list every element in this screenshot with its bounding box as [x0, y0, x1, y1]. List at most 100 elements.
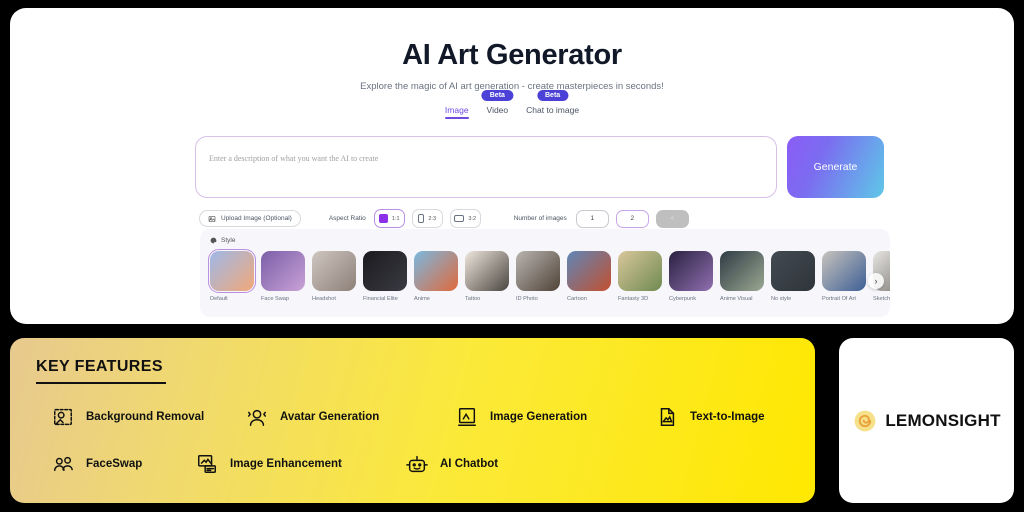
tab-label: Video	[486, 105, 509, 115]
style-option[interactable]: Cyberpunk	[669, 251, 713, 303]
aspect-ratio-label-text: 3:2	[468, 215, 477, 222]
beta-badge: Beta	[481, 90, 513, 101]
style-option[interactable]: Cartoon	[567, 251, 611, 303]
generate-button[interactable]: Generate	[787, 136, 884, 198]
number-of-images-option-1[interactable]: 1	[575, 209, 609, 228]
style-option[interactable]: No style	[771, 251, 815, 303]
feature-item: Text-to-Image	[656, 406, 765, 428]
aspect-ratio-label-text: 2:3	[428, 215, 437, 222]
style-thumbnail[interactable]	[567, 251, 611, 291]
style-option[interactable]: Default	[208, 249, 256, 303]
style-option[interactable]: ID Photo	[516, 251, 560, 303]
style-thumbnail[interactable]	[261, 251, 305, 291]
style-option-label: Sketch	[873, 296, 890, 302]
feature-label: FaceSwap	[86, 458, 143, 470]
feature-label: Image Generation	[490, 411, 588, 423]
style-option[interactable]: Anime	[414, 251, 458, 303]
screenshot-stage: AI Art Generator Explore the magic of AI…	[0, 0, 1024, 512]
tab-active-underline	[444, 117, 469, 119]
image-enhancement-icon	[198, 455, 216, 473]
number-of-images-group: 124	[575, 209, 689, 228]
brand-logo-panel: LEMONSIGHT	[839, 338, 1014, 503]
tab-label: Chat to image	[526, 105, 580, 115]
feature-label: Text-to-Image	[690, 411, 765, 423]
feature-item: Image Generation	[456, 406, 587, 428]
style-panel: Style Default Face Swap Headshot Financial …	[200, 229, 890, 317]
ai-art-generator-card: AI Art Generator Explore the magic of AI…	[10, 8, 1014, 324]
aspect-ratio-shape-icon	[454, 215, 465, 222]
key-features-title: KEY FEATURES	[36, 358, 163, 375]
tab-video[interactable]: Beta Video	[481, 90, 513, 119]
ai-chatbot-icon	[406, 455, 428, 473]
aspect-ratio-2-3[interactable]: 2:3	[411, 209, 443, 228]
generation-controls: Upload Image (Optional) Aspect Ratio 1:1…	[199, 209, 1014, 228]
aspect-ratio-1-1[interactable]: 1:1	[373, 209, 405, 228]
key-features-panel: KEY FEATURES Background Removal Avatar Ge…	[10, 338, 815, 503]
style-option[interactable]: Tattoo	[465, 251, 509, 303]
style-thumbnail[interactable]	[363, 251, 407, 291]
upload-image-button[interactable]: Upload Image (Optional)	[199, 210, 301, 227]
feature-item: Image Enhancement	[196, 453, 342, 475]
aspect-ratio-group: 1:1 2:3 3:2	[373, 209, 481, 228]
tab-chat-to-image[interactable]: Beta Chat to image	[526, 90, 580, 119]
style-option[interactable]: Financial Elite	[363, 251, 407, 303]
style-thumbnail[interactable]	[208, 249, 256, 293]
prompt-box[interactable]	[195, 136, 777, 198]
tab-label: Image	[444, 105, 469, 115]
upload-image-label: Upload Image (Optional)	[221, 215, 292, 222]
prompt-input[interactable]	[209, 154, 763, 163]
feature-label: Background Removal	[86, 411, 205, 423]
feature-item: AI Chatbot	[406, 453, 498, 475]
text-to-image-icon	[660, 408, 675, 426]
background-removal-icon	[54, 408, 72, 426]
style-option-label: Face Swap	[261, 296, 289, 302]
feature-item: Avatar Generation	[246, 406, 379, 428]
style-thumbnail[interactable]	[465, 251, 509, 291]
number-of-images-option-2[interactable]: 2	[615, 209, 649, 228]
style-option-label: Anime Visual	[720, 296, 753, 302]
style-thumbnail[interactable]	[516, 251, 560, 291]
style-option[interactable]: Headshot	[312, 251, 356, 303]
style-thumbnail[interactable]	[720, 251, 764, 291]
style-option-label: Default	[210, 296, 228, 302]
aspect-ratio-label-text: 1:1	[391, 215, 400, 222]
style-thumbnail[interactable]	[618, 251, 662, 291]
style-thumbnail[interactable]	[771, 251, 815, 291]
style-option[interactable]: Portrait Of Art	[822, 251, 866, 303]
prompt-row: Generate	[195, 136, 884, 198]
avatar-generation-icon	[248, 409, 266, 426]
feature-item: Background Removal	[52, 406, 204, 428]
beta-badge: Beta	[537, 90, 569, 101]
mode-tabs: Image Beta Video Beta Chat to image	[10, 90, 1014, 119]
upload-icon	[208, 215, 216, 222]
style-option-label: Headshot	[312, 296, 336, 302]
aspect-ratio-shape-icon	[418, 214, 425, 223]
feature-rows: Background Removal Avatar Generation Image…	[36, 404, 789, 477]
style-option-label: Tattoo	[465, 296, 481, 302]
style-option-label: Fantasty 3D	[618, 296, 649, 302]
lemonsight-logo-icon	[854, 410, 876, 431]
style-header: Style	[210, 237, 890, 244]
feature-item: FaceSwap	[52, 453, 142, 475]
style-thumbnail[interactable]	[822, 251, 866, 291]
aspect-ratio-3-2[interactable]: 3:2	[449, 209, 481, 228]
faceswap-icon	[54, 456, 73, 472]
feature-row: Background Removal Avatar Generation Image…	[36, 404, 789, 430]
style-option-label: ID Photo	[516, 296, 538, 302]
style-thumbnail[interactable]	[312, 251, 356, 291]
style-option-label: Cartoon	[567, 296, 587, 302]
style-option[interactable]: Face Swap	[261, 251, 305, 303]
brand-name: LEMONSIGHT	[885, 410, 1001, 430]
carousel-next-button[interactable]: ›	[868, 273, 884, 289]
aspect-ratio-label: Aspect Ratio	[328, 215, 366, 222]
style-thumbnail[interactable]	[669, 251, 713, 291]
style-thumbnail[interactable]	[414, 251, 458, 291]
style-option[interactable]: Fantasty 3D	[618, 251, 662, 303]
style-option[interactable]: Anime Visual	[720, 251, 764, 303]
tab-image[interactable]: Image	[444, 105, 469, 119]
number-of-images-label: Number of images	[513, 215, 567, 222]
feature-label: Image Enhancement	[230, 458, 342, 470]
style-option-label: Anime	[414, 296, 430, 302]
style-strip: Default Face Swap Headshot Financial Elite A…	[208, 249, 890, 303]
number-of-images-option-4: 4	[655, 209, 689, 228]
